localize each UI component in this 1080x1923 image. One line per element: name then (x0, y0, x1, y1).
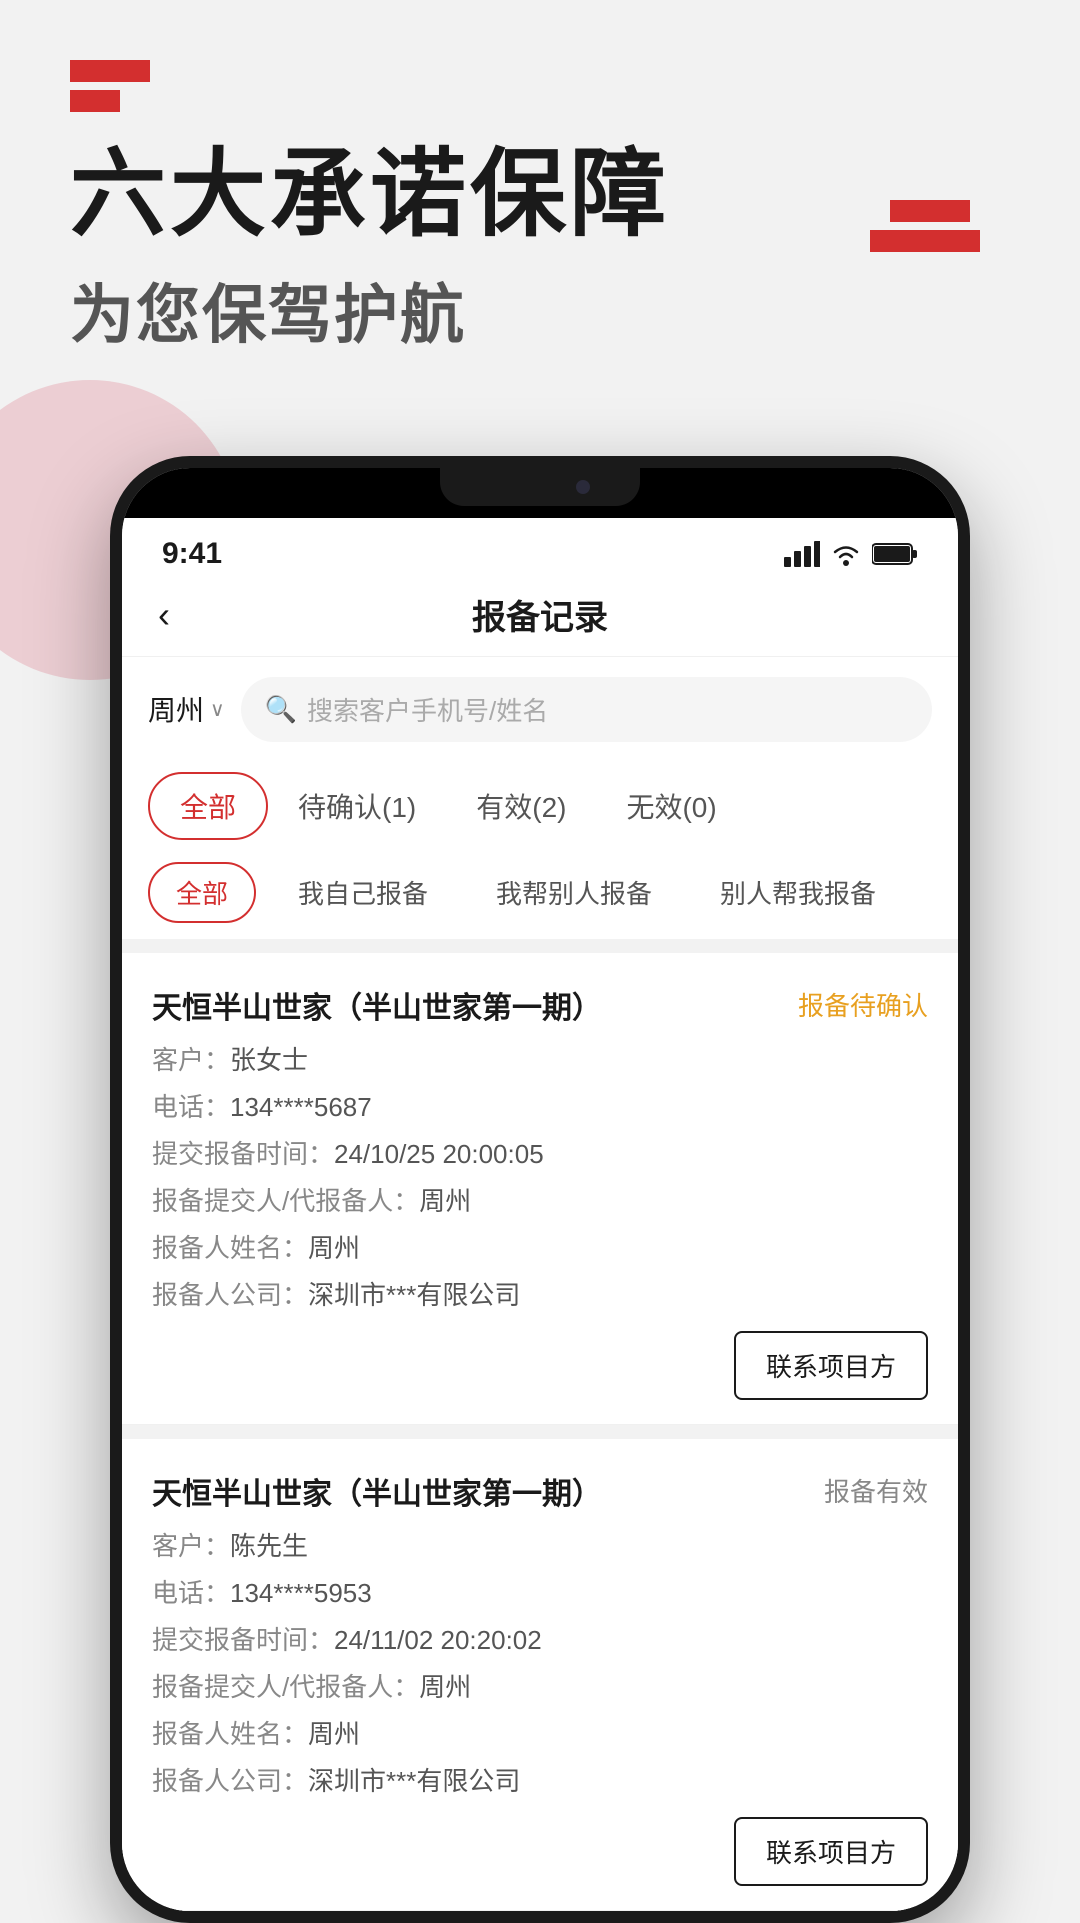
record-header-1: 天恒半山世家（半山世家第一期） 报备待确认 (152, 983, 928, 1027)
contact-button-2[interactable]: 联系项目方 (734, 1817, 928, 1886)
record-registrant-2: 报备人姓名：周州 (152, 1715, 928, 1754)
record-time-2: 提交报备时间：24/11/02 20:20:02 (152, 1621, 928, 1660)
divider-2 (122, 1425, 958, 1439)
record-card-1: 天恒半山世家（半山世家第一期） 报备待确认 客户：张女士 电话：134****5… (122, 953, 958, 1425)
phone-screen: 9:41 (122, 468, 958, 1911)
tab-all[interactable]: 全部 (148, 772, 268, 840)
nav-title: 报备记录 (472, 590, 608, 639)
record-customer-1: 客户：张女士 (152, 1041, 928, 1080)
chevron-down-icon: ∨ (210, 697, 225, 722)
app-content: ‹ 报备记录 周州 ∨ 🔍 搜索客户手机号/姓名 全部 (122, 574, 958, 1911)
tab-invalid[interactable]: 无效(0) (596, 774, 746, 838)
city-name: 周州 (148, 689, 204, 729)
sub-all[interactable]: 全部 (148, 862, 256, 923)
search-area: 周州 ∨ 🔍 搜索客户手机号/姓名 (122, 657, 958, 762)
record-footer-1: 联系项目方 (152, 1331, 928, 1400)
record-submitter-2: 报备提交人/代报备人：周州 (152, 1668, 928, 1707)
record-customer-2: 客户：陈先生 (152, 1527, 928, 1566)
record-phone-1: 电话：134****5687 (152, 1088, 928, 1127)
sub-self[interactable]: 我自己报备 (272, 864, 454, 921)
phone-mockup: 9:41 (110, 456, 970, 1923)
sub-help-others[interactable]: 我帮别人报备 (470, 864, 678, 921)
signal-icon (784, 541, 820, 567)
nav-bar: ‹ 报备记录 (122, 574, 958, 657)
sub-filter: 全部 我自己报备 我帮别人报备 别人帮我报备 (122, 854, 958, 939)
headline: 六大承诺保障 (70, 142, 1010, 248)
search-placeholder: 搜索客户手机号/姓名 (307, 691, 548, 728)
city-selector[interactable]: 周州 ∨ (148, 689, 225, 729)
status-bar: 9:41 (122, 518, 958, 574)
record-submitter-1: 报备提交人/代报备人：周州 (152, 1182, 928, 1221)
record-title-2: 天恒半山世家（半山世家第一期） (152, 1469, 602, 1513)
record-status-2: 报备有效 (824, 1472, 928, 1509)
battery-icon (872, 542, 918, 566)
record-status-1: 报备待确认 (798, 986, 928, 1023)
search-icon: 🔍 (265, 694, 297, 725)
back-button[interactable]: ‹ (158, 594, 170, 636)
camera-dot (576, 480, 590, 494)
record-footer-2: 联系项目方 (152, 1817, 928, 1886)
record-company-2: 报备人公司：深圳市***有限公司 (152, 1762, 928, 1801)
record-phone-2: 电话：134****5953 (152, 1574, 928, 1613)
logo-top-left (70, 60, 1010, 112)
record-card-2: 天恒半山世家（半山世家第一期） 报备有效 客户：陈先生 电话：134****59… (122, 1439, 958, 1911)
tab-pending[interactable]: 待确认(1) (268, 774, 446, 838)
phone-mockup-container: 9:41 (0, 456, 1080, 1923)
status-time: 9:41 (162, 537, 222, 571)
logo-top-right (870, 200, 980, 252)
status-icons (784, 541, 918, 567)
contact-button-1[interactable]: 联系项目方 (734, 1331, 928, 1400)
sub-others-helped[interactable]: 别人帮我报备 (694, 864, 902, 921)
record-header-2: 天恒半山世家（半山世家第一期） 报备有效 (152, 1469, 928, 1513)
record-company-1: 报备人公司：深圳市***有限公司 (152, 1276, 928, 1315)
record-registrant-1: 报备人姓名：周州 (152, 1229, 928, 1268)
record-time-1: 提交报备时间：24/10/25 20:00:05 (152, 1135, 928, 1174)
main-tab-filter: 全部 待确认(1) 有效(2) 无效(0) (122, 762, 958, 854)
record-title-1: 天恒半山世家（半山世家第一期） (152, 983, 602, 1027)
search-box[interactable]: 🔍 搜索客户手机号/姓名 (241, 677, 932, 742)
tab-valid[interactable]: 有效(2) (446, 774, 596, 838)
divider (122, 939, 958, 953)
notch (440, 468, 640, 506)
wifi-icon (830, 541, 862, 567)
header-section: 六大承诺保障 为您保驾护航 (0, 0, 1080, 396)
subheadline: 为您保驾护航 (70, 264, 1010, 356)
